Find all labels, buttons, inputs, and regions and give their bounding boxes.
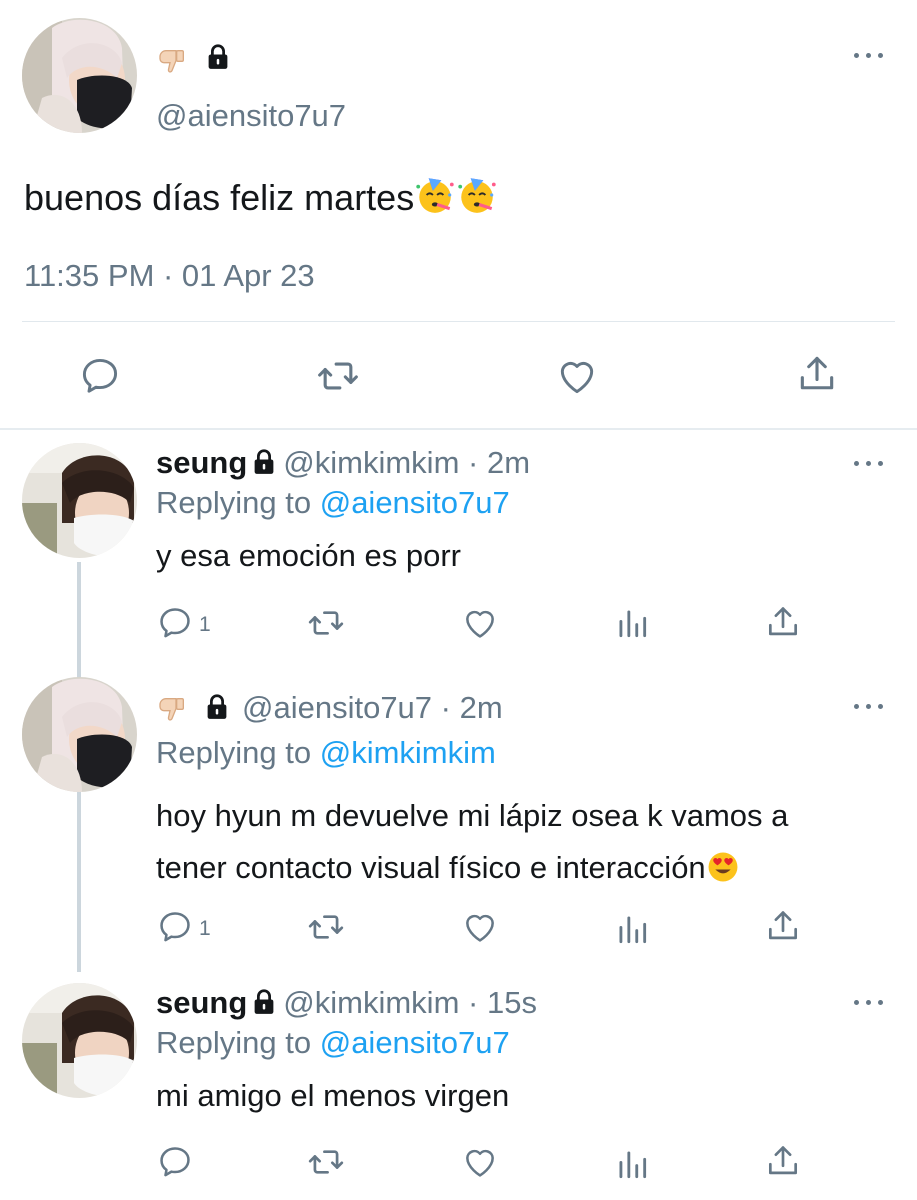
share-icon[interactable] xyxy=(764,603,802,641)
like-icon[interactable] xyxy=(554,354,600,398)
more-options-icon[interactable] xyxy=(854,50,884,60)
lock-icon xyxy=(202,692,232,722)
reply-icon[interactable] xyxy=(156,604,194,642)
divider xyxy=(0,428,917,430)
replying-to: Replying to @kimkimkim xyxy=(156,735,496,771)
reply-author-handle[interactable]: @kimkimkim xyxy=(283,985,459,1020)
reply-count: 1 xyxy=(199,613,211,636)
analytics-icon[interactable] xyxy=(613,1145,651,1183)
main-tweet-text: buenos días feliz martes xyxy=(24,174,498,219)
reply-icon[interactable] xyxy=(156,908,194,946)
analytics-icon[interactable] xyxy=(613,910,651,948)
replying-to-handle[interactable]: @aiensito7u7 xyxy=(320,1025,510,1060)
reply-header: @aiensito7u7 · 2m xyxy=(156,690,503,726)
reply-text: hoy hyun m devuelve mi lápiz osea k vamo… xyxy=(156,790,788,894)
like-icon[interactable] xyxy=(460,908,500,946)
thumbs-down-icon xyxy=(156,44,188,76)
main-tweet-timestamp: 11:35 PM · 01 Apr 23 xyxy=(24,258,315,293)
retweet-icon[interactable] xyxy=(305,604,347,642)
partying-face-emoji xyxy=(456,174,498,216)
more-options-icon[interactable] xyxy=(854,458,884,468)
reply-text: mi amigo el menos virgen xyxy=(156,1078,510,1113)
replying-to-label: Replying to xyxy=(156,735,312,770)
main-tweet-text-body: buenos días feliz martes xyxy=(24,177,415,218)
more-options-icon[interactable] xyxy=(854,701,884,711)
reply-author-name[interactable]: seung xyxy=(156,445,247,480)
divider xyxy=(22,321,895,322)
reply-avatar[interactable] xyxy=(22,677,137,792)
main-author-avatar[interactable] xyxy=(22,18,137,133)
share-icon[interactable] xyxy=(764,907,802,945)
reply-header: seung @kimkimkim · 15s xyxy=(156,985,537,1021)
separator: · xyxy=(440,690,451,725)
separator: · xyxy=(468,445,479,480)
reply-text-line: hoy hyun m devuelve mi lápiz osea k vamo… xyxy=(156,798,789,833)
reply-icon[interactable] xyxy=(156,1143,194,1181)
analytics-icon[interactable] xyxy=(613,604,651,642)
retweet-icon[interactable] xyxy=(305,908,347,946)
reply-time[interactable]: 2m xyxy=(487,445,530,480)
replying-to-handle[interactable]: @kimkimkim xyxy=(320,735,496,770)
replying-to-handle[interactable]: @aiensito7u7 xyxy=(320,485,510,520)
heart-eyes-emoji xyxy=(706,850,740,884)
partying-face-emoji xyxy=(414,174,456,216)
reply-text: y esa emoción es porr xyxy=(156,538,461,573)
more-options-icon[interactable] xyxy=(854,997,884,1007)
lock-icon xyxy=(249,987,279,1017)
thumbs-down-icon xyxy=(156,692,188,724)
lock-icon xyxy=(249,447,279,477)
reply-avatar[interactable] xyxy=(22,443,137,558)
replying-to-label: Replying to xyxy=(156,1025,312,1060)
main-author-handle[interactable]: @aiensito7u7 xyxy=(156,98,346,134)
retweet-icon[interactable] xyxy=(305,1143,347,1181)
reply-time[interactable]: 15s xyxy=(487,985,537,1020)
like-icon[interactable] xyxy=(460,1143,500,1181)
reply-header: seung @kimkimkim · 2m xyxy=(156,445,530,481)
share-icon[interactable] xyxy=(795,352,839,396)
separator: · xyxy=(468,985,479,1020)
reply-author-handle[interactable]: @aiensito7u7 xyxy=(242,690,432,725)
replying-to: Replying to @aiensito7u7 xyxy=(156,485,510,521)
share-icon[interactable] xyxy=(764,1142,802,1180)
like-icon[interactable] xyxy=(460,604,500,642)
reply-time[interactable]: 2m xyxy=(460,690,503,725)
reply-icon[interactable] xyxy=(78,354,122,398)
replying-to: Replying to @aiensito7u7 xyxy=(156,1025,510,1061)
reply-author-name[interactable]: seung xyxy=(156,985,247,1020)
reply-text-line: tener contacto visual físico e interacci… xyxy=(156,842,788,894)
retweet-icon[interactable] xyxy=(314,354,362,398)
reply-count: 1 xyxy=(199,917,211,940)
lock-icon xyxy=(203,42,233,72)
replying-to-label: Replying to xyxy=(156,485,312,520)
reply-author-handle[interactable]: @kimkimkim xyxy=(283,445,459,480)
reply-avatar[interactable] xyxy=(22,983,137,1098)
